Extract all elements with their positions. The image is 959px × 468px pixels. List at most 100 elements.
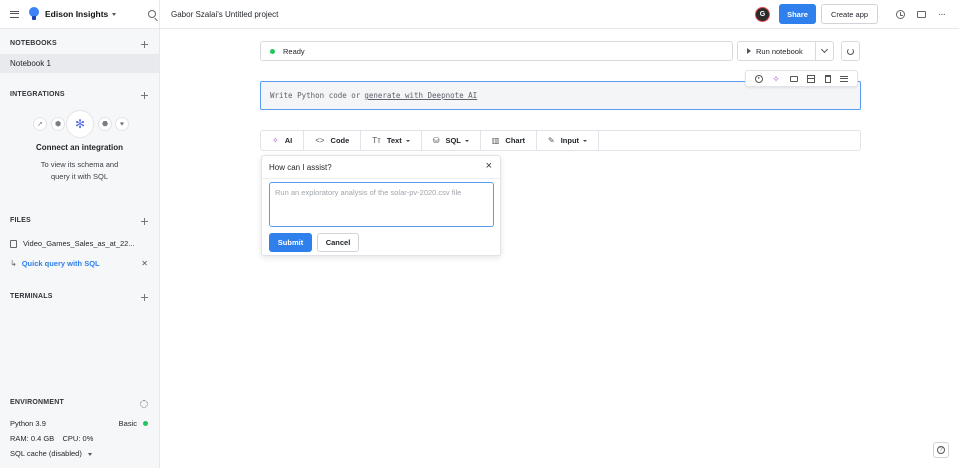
add-input-block-button[interactable]: ✎ Input: [537, 131, 600, 150]
sql-dropdown-caret-icon: [464, 139, 469, 142]
delete-cell-icon[interactable]: [824, 74, 831, 83]
add-notebook-plus-icon[interactable]: [141, 41, 148, 48]
machine-type: Basic: [118, 419, 137, 428]
deepnote-logo-icon: [29, 7, 39, 21]
integration-title[interactable]: Connect an integration: [0, 143, 159, 152]
close-quick-query-icon[interactable]: ✕: [141, 259, 148, 268]
add-block-bar: ✧ AI <> Code Tт Text ⛁ SQL ▥ Chart ✎ Inp…: [260, 130, 861, 151]
integrations-header: INTEGRATIONS: [10, 91, 65, 98]
quick-query-link[interactable]: ↳ Quick query with SQL: [10, 259, 100, 268]
input-dropdown-caret-icon: [583, 139, 588, 142]
cell-menu-icon[interactable]: [840, 75, 849, 82]
text-dropdown-caret-icon: [405, 139, 410, 142]
submit-button[interactable]: Submit: [269, 233, 312, 252]
run-options-dropdown[interactable]: [816, 45, 833, 54]
add-ai-block-button[interactable]: ✧ AI: [261, 131, 305, 150]
integrations-illustration: ➚ ⬢ ✻ ⬣ ♥: [28, 110, 146, 138]
more-options-icon[interactable]: ···: [938, 9, 946, 19]
ready-status-dot: [270, 48, 275, 54]
code-brackets-icon: <>: [315, 136, 325, 145]
add-terminal-plus-icon[interactable]: [141, 294, 148, 301]
cell-toolbar: ✧: [745, 70, 858, 87]
add-chart-block-button[interactable]: ▥ Chart: [481, 131, 538, 150]
run-notebook-label: Run notebook: [756, 46, 803, 56]
environment-header: ENVIRONMENT: [10, 399, 64, 406]
add-file-plus-icon[interactable]: [141, 218, 148, 225]
block-label-ai: AI: [284, 136, 293, 145]
machine-status-dot: [143, 421, 148, 426]
restart-kernel-button[interactable]: [841, 41, 860, 61]
notebooks-header: NOTEBOOKS: [10, 40, 57, 47]
block-label-code: Code: [330, 136, 350, 145]
arrow-return-icon: ↳: [10, 259, 17, 268]
comment-icon[interactable]: [789, 75, 798, 82]
kernel-status-text: Ready: [283, 46, 305, 56]
kernel-status-bar: Ready: [260, 41, 733, 61]
terminals-header: TERMINALS: [10, 293, 53, 300]
add-text-block-button[interactable]: Tт Text: [361, 131, 422, 150]
top-bar-actions: G Share Create app ···: [755, 4, 951, 24]
create-app-button[interactable]: Create app: [821, 4, 878, 24]
database-icon: ⛁: [432, 136, 440, 145]
notebook-area: Ready Run notebook Write Python code or …: [160, 29, 959, 468]
play-icon: [747, 48, 751, 54]
help-question-icon: ?: [937, 446, 945, 454]
block-label-chart: Chart: [505, 136, 526, 145]
share-button[interactable]: Share: [779, 4, 816, 24]
postgres-icon: ♥: [115, 117, 129, 131]
environment-settings-gear-icon[interactable]: [140, 400, 148, 408]
chevron-down-icon: [820, 45, 829, 54]
integration-desc-line-1: To view its schema and: [40, 160, 119, 169]
hamburger-menu-icon[interactable]: [10, 10, 19, 18]
bigquery-icon: ➚: [33, 117, 47, 131]
file-item[interactable]: Video_Games_Sales_as_at_22...: [10, 239, 135, 248]
project-title[interactable]: Gabor Szalai's Untitled project: [171, 10, 278, 19]
snowflake-icon: ✻: [66, 110, 94, 138]
code-placeholder-text: Write Python code or: [270, 91, 361, 100]
add-code-block-button[interactable]: <> Code: [304, 131, 362, 150]
add-sql-block-button[interactable]: ⛁ SQL: [422, 131, 481, 150]
block-type-icon[interactable]: [807, 74, 816, 83]
run-notebook-group: Run notebook: [737, 41, 834, 61]
workspace-name[interactable]: Edison Insights: [45, 9, 108, 19]
sidebar: NOTEBOOKS Notebook 1 INTEGRATIONS ➚ ⬢ ✻ …: [0, 29, 160, 468]
workspace-header: Edison Insights: [0, 0, 160, 29]
top-bar: Edison Insights Gabor Szalai's Untitled …: [0, 0, 959, 29]
workspace-caret-icon[interactable]: [112, 12, 117, 16]
run-cell-icon[interactable]: [754, 74, 763, 83]
python-version: Python 3.9: [10, 419, 46, 428]
pencil-icon: ✎: [548, 136, 555, 145]
integration-description: To view its schema and query it with SQL: [0, 159, 159, 183]
sql-cache-toggle[interactable]: SQL cache (disabled): [10, 449, 92, 458]
refresh-icon: [847, 47, 854, 55]
sql-cache-label: SQL cache (disabled): [10, 449, 82, 458]
history-clock-icon[interactable]: [896, 9, 905, 19]
resource-usage: RAM: 0.4 GB CPU: 0%: [10, 434, 94, 443]
block-label-text: Text: [386, 136, 402, 145]
redshift-icon: ⬣: [98, 117, 112, 131]
sidebar-item-notebook-1[interactable]: Notebook 1: [0, 54, 159, 73]
add-integration-plus-icon[interactable]: [141, 92, 148, 99]
user-avatar[interactable]: G: [755, 6, 770, 22]
file-icon: [10, 239, 17, 248]
run-notebook-button[interactable]: Run notebook: [738, 42, 816, 60]
search-icon[interactable]: [148, 10, 157, 18]
database-icon: ⬢: [51, 117, 65, 131]
sql-cache-caret-icon: [87, 452, 92, 456]
assist-title: How can I assist?: [269, 163, 332, 172]
comments-icon[interactable]: [917, 10, 926, 18]
quick-query-label: Quick query with SQL: [21, 259, 100, 268]
file-name: Video_Games_Sales_as_at_22...: [23, 239, 135, 248]
ai-prompt-input[interactable]: [269, 182, 494, 227]
ai-sparkle-icon: ✧: [272, 136, 279, 145]
divider: [262, 178, 500, 179]
help-button[interactable]: ?: [933, 442, 949, 458]
block-label-input: Input: [560, 136, 580, 145]
generate-with-ai-link[interactable]: generate with Deepnote AI: [364, 91, 477, 100]
ai-sparkle-icon[interactable]: ✧: [772, 74, 780, 83]
close-icon[interactable]: ×: [486, 160, 492, 172]
integration-desc-line-2: query it with SQL: [50, 172, 109, 181]
files-header: FILES: [10, 217, 31, 224]
cancel-button[interactable]: Cancel: [317, 233, 359, 252]
block-label-sql: SQL: [445, 136, 461, 145]
